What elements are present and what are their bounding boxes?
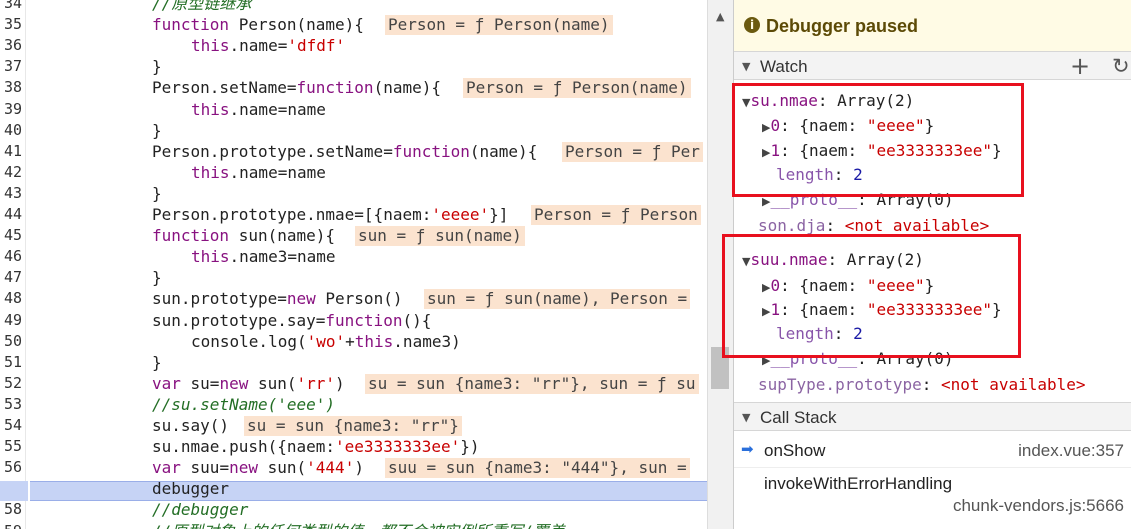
code-line[interactable]: function sun(name){ [152,225,335,246]
code-line[interactable]: this.name=name [191,162,326,183]
inline-value-annotation: sun = ƒ sun(name), Person = [424,289,691,310]
code-line[interactable]: su.say() [152,415,229,436]
call-stack-title: Call Stack [760,408,837,427]
code-editor[interactable]: 34 35 36 37 38 39 40 41 42 43 44 45 46 47 48 49 50 51 52 53… [0,0,733,529]
code-line[interactable]: Person.setName=function(name){ [152,77,441,98]
line-number[interactable]: 38 [0,77,22,98]
line-number[interactable]: 37 [0,56,22,77]
code-line[interactable]: console.log('wo'+this.name3) [191,331,461,352]
code-line[interactable]: } [152,352,162,373]
inline-value-annotation: Person = ƒ Per [562,141,703,162]
code-line[interactable]: sun.prototype.say=function(){ [152,310,431,331]
watch-expression-son-dja[interactable]: son.dja: <not available> [758,216,989,236]
line-number[interactable]: 59 [0,521,22,529]
current-frame-arrow-icon: ➡ [741,440,754,458]
code-line[interactable]: var su=new sun('rr') [152,373,345,394]
inline-value-annotation: suu = sun {name3: "444"}, sun = [385,458,690,479]
inline-value-annotation: su = sun {name3: "rr"} [244,416,462,436]
code-line[interactable]: var suu=new sun('444') [152,457,364,478]
call-stack-frame[interactable]: invokeWithErrorHandling chunk-vendors.js… [734,467,1131,515]
line-number[interactable]: 36 [0,35,22,56]
current-line-highlight [30,481,707,501]
watch-expression-suptype-prototype[interactable]: supType.prototype: <not available> [758,375,1086,395]
watch-title: Watch [760,57,808,76]
code-line[interactable]: } [152,183,162,204]
paused-text: Debugger paused [766,16,919,36]
code-line[interactable]: this.name3=name [191,246,336,267]
line-number[interactable]: 43 [0,183,22,204]
code-line[interactable]: //su.setName('eee') [152,394,335,415]
code-line[interactable]: Person.prototype.setName=function(name){ [152,141,537,162]
line-number[interactable]: 35 [0,14,22,35]
code-line[interactable]: su.nmae.push({naem:'ee3333333ee'}) [152,436,480,457]
code-line[interactable]: debugger [152,478,229,499]
collapse-triangle-icon[interactable]: ▼ [742,411,750,424]
inline-value-annotation: su = sun {name3: "rr"}, sun = ƒ su [365,373,699,394]
line-number[interactable]: 56 [0,457,22,478]
inline-value-annotation: sun = ƒ sun(name) [355,226,525,247]
line-number[interactable]: 53 [0,394,22,415]
line-number[interactable]: 39 [0,99,22,120]
line-number[interactable]: 52 [0,373,22,394]
inline-value-annotation: Person = ƒ Person(name) [463,78,691,99]
code-line[interactable]: Person.prototype.nmae=[{naem:'eeee'}] [152,204,508,225]
inline-value-annotation: Person = ƒ Person(name) [385,15,613,36]
line-number[interactable]: 55 [0,436,22,457]
watch-section-header[interactable]: ▼ Watch + ↻ [734,51,1131,80]
code-line[interactable]: //原型链继承 [152,0,251,14]
refresh-icon[interactable]: ↻ [1112,54,1130,78]
code-line[interactable]: } [152,267,162,288]
line-number[interactable]: 40 [0,120,22,141]
collapse-triangle-icon[interactable]: ▼ [742,60,750,73]
code-line[interactable]: //原型对象上的任何类型的值，都不会被实例所重写/覆盖 [152,521,565,529]
red-highlight-box [732,83,1024,197]
call-stack-section-header[interactable]: ▼ Call Stack [734,402,1131,431]
call-stack-frame[interactable]: ➡ onShow index.vue:357 [734,435,1131,467]
info-icon: i [744,17,760,33]
line-number[interactable]: 54 [0,415,22,436]
line-number[interactable]: 34 [0,0,22,14]
line-number[interactable]: 41 [0,141,22,162]
line-number[interactable]: 49 [0,310,22,331]
red-highlight-box [722,234,1021,358]
plus-icon[interactable]: + [1070,52,1090,80]
code-line[interactable]: //debugger [152,499,248,520]
code-line[interactable]: this.name=name [191,99,326,120]
line-number-gutter: 34 35 36 37 38 39 40 41 42 43 44 45 46 47 48 49 50 51 52 53… [0,0,26,529]
inline-value-annotation: Person = ƒ Person [531,205,701,225]
code-line[interactable]: function Person(name){ [152,14,364,35]
code-line[interactable]: this.name='dfdf' [191,35,345,56]
line-number[interactable]: 46 [0,246,22,267]
code-line[interactable]: sun.prototype=new Person() [152,288,402,309]
scroll-up-arrow-icon[interactable]: ▲ [716,10,724,23]
line-number[interactable]: 47 [0,267,22,288]
line-number[interactable]: 42 [0,162,22,183]
line-number[interactable]: 48 [0,288,22,309]
debugger-paused-banner: i Debugger paused [734,0,1131,53]
code-line[interactable]: } [152,120,162,141]
current-line-gutter-highlight [0,481,28,501]
line-number[interactable]: 44 [0,204,22,225]
line-number[interactable]: 58 [0,499,22,520]
line-number[interactable]: 50 [0,331,22,352]
line-number[interactable]: 51 [0,352,22,373]
code-line[interactable]: } [152,56,162,77]
line-number[interactable]: 45 [0,225,22,246]
